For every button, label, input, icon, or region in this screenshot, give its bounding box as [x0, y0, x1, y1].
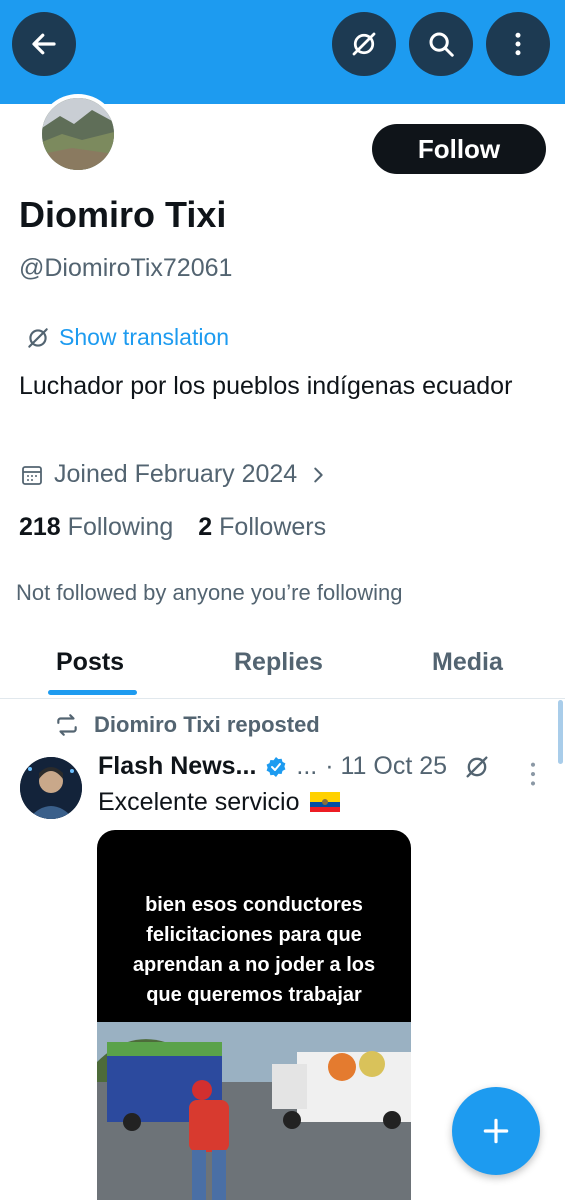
translate-button[interactable] [332, 12, 396, 76]
profile-avatar[interactable] [38, 94, 118, 174]
repost-icon [57, 714, 77, 736]
back-button[interactable] [12, 12, 76, 76]
profile-name: Diomiro Tixi [19, 194, 227, 235]
plus-icon [483, 1118, 509, 1144]
profile-bio: Luchador por los pueblos indígenas ecuad… [19, 372, 513, 400]
following-count: 218 [19, 513, 61, 541]
post-author-name[interactable]: Flash News... [98, 752, 256, 781]
media-caption-line: que queremos trabajar [146, 984, 362, 1006]
arrow-left-icon [32, 33, 56, 55]
show-translation-label: Show translation [59, 324, 230, 350]
followers-stat[interactable]: 2 Followers [198, 513, 326, 542]
joined-label: Joined February 2024 [54, 460, 298, 488]
post-author-avatar[interactable] [20, 757, 82, 819]
tab-posts[interactable]: Posts [56, 648, 124, 677]
post-more-icon[interactable] [527, 760, 539, 790]
scrollbar[interactable] [558, 700, 563, 764]
tab-replies[interactable]: Replies [234, 648, 323, 677]
post-text: Excelente servicio [98, 788, 341, 817]
follow-stats: 218 Following 2 Followers [19, 513, 326, 542]
media-caption-line: aprendan a no joder a los [132, 954, 376, 976]
translate-icon[interactable] [463, 753, 491, 781]
followers-label: Followers [219, 513, 327, 541]
media-caption-line: felicitaciones para que [146, 924, 362, 946]
following-label: Following [67, 513, 174, 541]
following-stat[interactable]: 218 Following [19, 513, 173, 542]
media-caption: bien esos conductores felicitaciones par… [97, 890, 411, 1010]
profile-banner [0, 0, 565, 104]
calendar-icon [22, 465, 42, 485]
media-caption-line: bien esos conductores [145, 894, 363, 916]
search-icon [429, 32, 454, 57]
chevron-right-icon [314, 467, 323, 482]
translate-icon [28, 327, 48, 348]
tab-media[interactable]: Media [432, 648, 503, 677]
post-date[interactable]: · 11 Oct 25 [325, 752, 447, 781]
post-header: Flash News... ... · 11 Oct 25 [98, 752, 491, 781]
profile-tabs: Posts Replies Media [0, 630, 565, 699]
show-translation-link[interactable]: Show translation [25, 324, 229, 351]
media-video-frame [97, 1022, 411, 1200]
joined-date[interactable]: Joined February 2024 [20, 460, 329, 489]
post-media-video[interactable]: bien esos conductores felicitaciones par… [97, 830, 411, 1200]
ecuador-flag-icon [310, 792, 341, 812]
repost-indicator[interactable]: Diomiro Tixi reposted [54, 712, 320, 738]
translate-icon [352, 32, 376, 56]
post-handle-truncated: ... [296, 752, 318, 780]
not-followed-notice: Not followed by anyone you’re following [16, 580, 403, 605]
followers-count: 2 [198, 513, 213, 541]
more-vertical-icon [515, 32, 521, 56]
compose-post-button[interactable] [452, 1087, 540, 1175]
profile-handle: @DiomiroTix72061 [19, 254, 233, 282]
verified-badge-icon [266, 756, 286, 777]
more-options-button[interactable] [486, 12, 550, 76]
repost-label: Diomiro Tixi reposted [94, 712, 320, 737]
follow-button[interactable]: Follow [372, 124, 546, 174]
active-tab-indicator [48, 690, 137, 695]
post-text-content: Excelente servicio [98, 788, 300, 816]
search-button[interactable] [409, 12, 473, 76]
